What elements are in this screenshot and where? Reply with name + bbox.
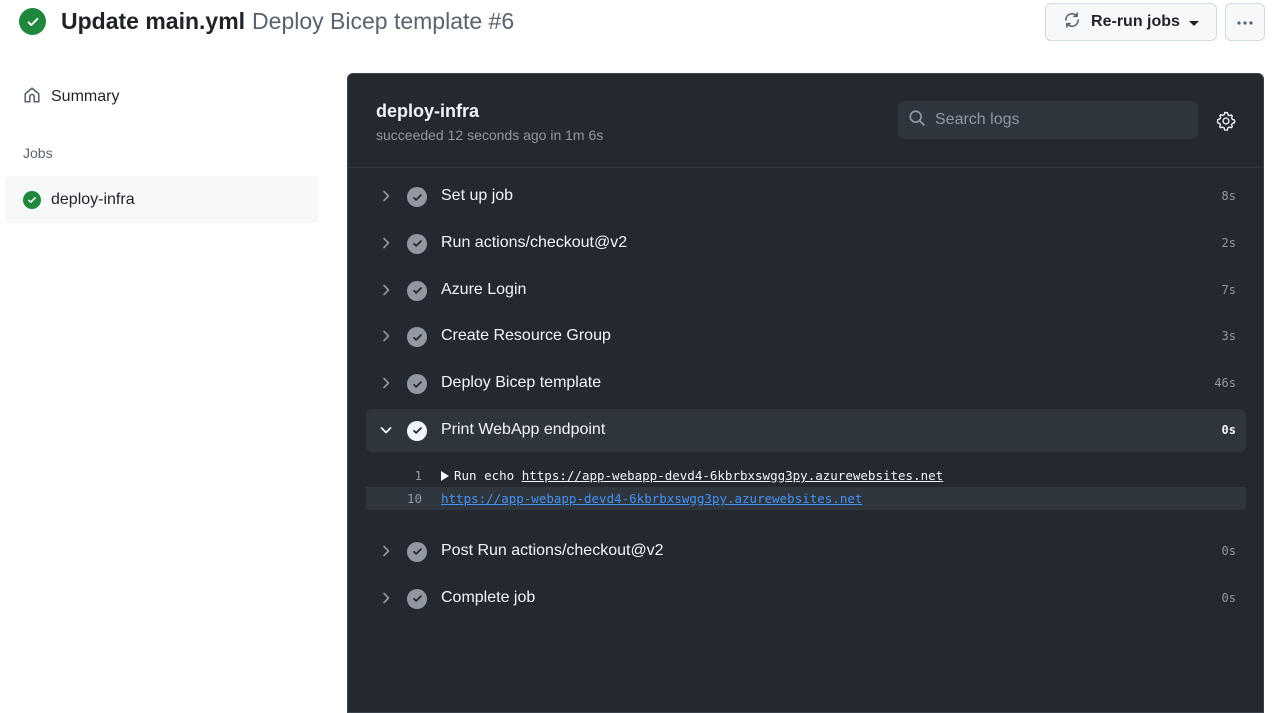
search-logs-field[interactable]: [898, 101, 1198, 139]
step-duration: 0s: [1221, 590, 1236, 605]
step-name: Set up job: [441, 187, 514, 204]
run-header: Update main.yml Deploy Bicep template #6…: [0, 0, 1280, 50]
chevron-right-icon: [379, 544, 393, 558]
step-row[interactable]: Run actions/checkout@v2 2s: [366, 222, 1246, 265]
job-header: deploy-infra succeeded 12 seconds ago in…: [348, 74, 1263, 168]
sidebar-item-label: Summary: [51, 88, 120, 105]
step-success-icon: [407, 374, 427, 395]
home-icon: [23, 86, 41, 109]
sync-icon: [1063, 11, 1081, 34]
disclosure-triangle-icon[interactable]: [441, 470, 449, 481]
workflow-run-name: Deploy Bicep template #6: [252, 8, 515, 34]
gear-icon[interactable]: [1215, 110, 1237, 132]
step-row[interactable]: Set up job 8s: [366, 175, 1246, 218]
step-row[interactable]: Deploy Bicep template 46s: [366, 362, 1246, 405]
sidebar-job-deploy-infra[interactable]: deploy-infra: [5, 176, 319, 223]
rerun-jobs-label: Re-run jobs: [1091, 13, 1180, 30]
log-line-text: Run echo https://app-webapp-devd4-6kbrbx…: [441, 468, 943, 483]
step-duration: 0s: [1221, 543, 1236, 558]
chevron-right-icon: [379, 376, 393, 390]
jobs-heading: Jobs: [23, 145, 53, 161]
sidebar-item-summary[interactable]: Summary: [5, 75, 319, 119]
step-row[interactable]: Azure Login 7s: [366, 269, 1246, 312]
step-success-icon: [407, 541, 427, 562]
step-success-icon: [407, 280, 427, 301]
step-duration: 2s: [1221, 235, 1236, 250]
step-row[interactable]: Create Resource Group 3s: [366, 315, 1246, 358]
step-duration: 3s: [1221, 329, 1236, 344]
step-row[interactable]: Complete job 0s: [366, 577, 1246, 620]
step-name: Azure Login: [441, 280, 527, 298]
chevron-right-icon: [379, 283, 393, 297]
more-options-button[interactable]: [1225, 3, 1265, 41]
step-success-icon: [407, 187, 427, 207]
search-logs-input[interactable]: [935, 111, 1175, 129]
chevron-right-icon: [379, 236, 393, 250]
log-line-text: https://app-webapp-devd4-6kbrbxswgg3py.a…: [441, 491, 862, 506]
chevron-right-icon: [379, 591, 393, 605]
rerun-jobs-button[interactable]: Re-run jobs: [1045, 3, 1217, 41]
step-duration: 46s: [1214, 376, 1236, 391]
chevron-right-icon: [379, 189, 393, 203]
step-success-icon: [407, 233, 427, 254]
step-duration: 0s: [1221, 422, 1236, 437]
step-success-icon: [407, 327, 427, 348]
step-name: Print WebApp endpoint: [441, 420, 606, 438]
step-name: Complete job: [441, 588, 536, 606]
step-name: Create Resource Group: [441, 327, 611, 345]
log-line: 1 Run echo https://app-webapp-devd4-6kbr…: [366, 464, 1246, 487]
chevron-right-icon: [379, 329, 393, 343]
step-success-icon: [407, 588, 427, 609]
step-duration: 7s: [1221, 282, 1236, 297]
step-row-expanded[interactable]: Print WebApp endpoint 0s: [366, 408, 1246, 452]
sidebar-job-label: deploy-infra: [51, 190, 135, 208]
job-log-panel: deploy-infra succeeded 12 seconds ago in…: [347, 73, 1264, 713]
step-success-icon: [407, 420, 427, 441]
caret-down-icon: [1188, 21, 1199, 26]
step-name: Run actions/checkout@v2: [441, 233, 628, 251]
step-name: Post Run actions/checkout@v2: [441, 541, 664, 559]
step-log-output: 1 Run echo https://app-webapp-devd4-6kbr…: [366, 464, 1246, 510]
step-name: Deploy Bicep template: [441, 374, 602, 392]
log-command: Run echo: [454, 467, 522, 483]
step-row[interactable]: Post Run actions/checkout@v2 0s: [366, 530, 1246, 573]
search-icon: [908, 109, 926, 132]
log-link[interactable]: https://app-webapp-devd4-6kbrbxswgg3py.a…: [441, 491, 862, 506]
steps-list: Set up job 8s Run actions/checkout@v2 2s…: [366, 175, 1246, 624]
job-status-meta: succeeded 12 seconds ago in 1m 6s: [376, 127, 604, 143]
success-check-icon: [23, 190, 41, 209]
log-line-number[interactable]: 1: [366, 468, 422, 483]
run-title: Update main.yml Deploy Bicep template #6: [19, 8, 514, 35]
log-line: 10 https://app-webapp-devd4-6kbrbxswgg3p…: [366, 486, 1246, 510]
success-check-icon: [19, 8, 46, 35]
commit-title: Update main.yml: [61, 8, 246, 34]
log-link[interactable]: https://app-webapp-devd4-6kbrbxswgg3py.a…: [522, 468, 943, 483]
log-line-number[interactable]: 10: [366, 491, 422, 506]
job-title: deploy-infra: [376, 101, 480, 121]
chevron-down-icon: [379, 423, 393, 437]
step-duration: 8s: [1221, 189, 1236, 203]
kebab-horizontal-icon: [1236, 13, 1254, 31]
